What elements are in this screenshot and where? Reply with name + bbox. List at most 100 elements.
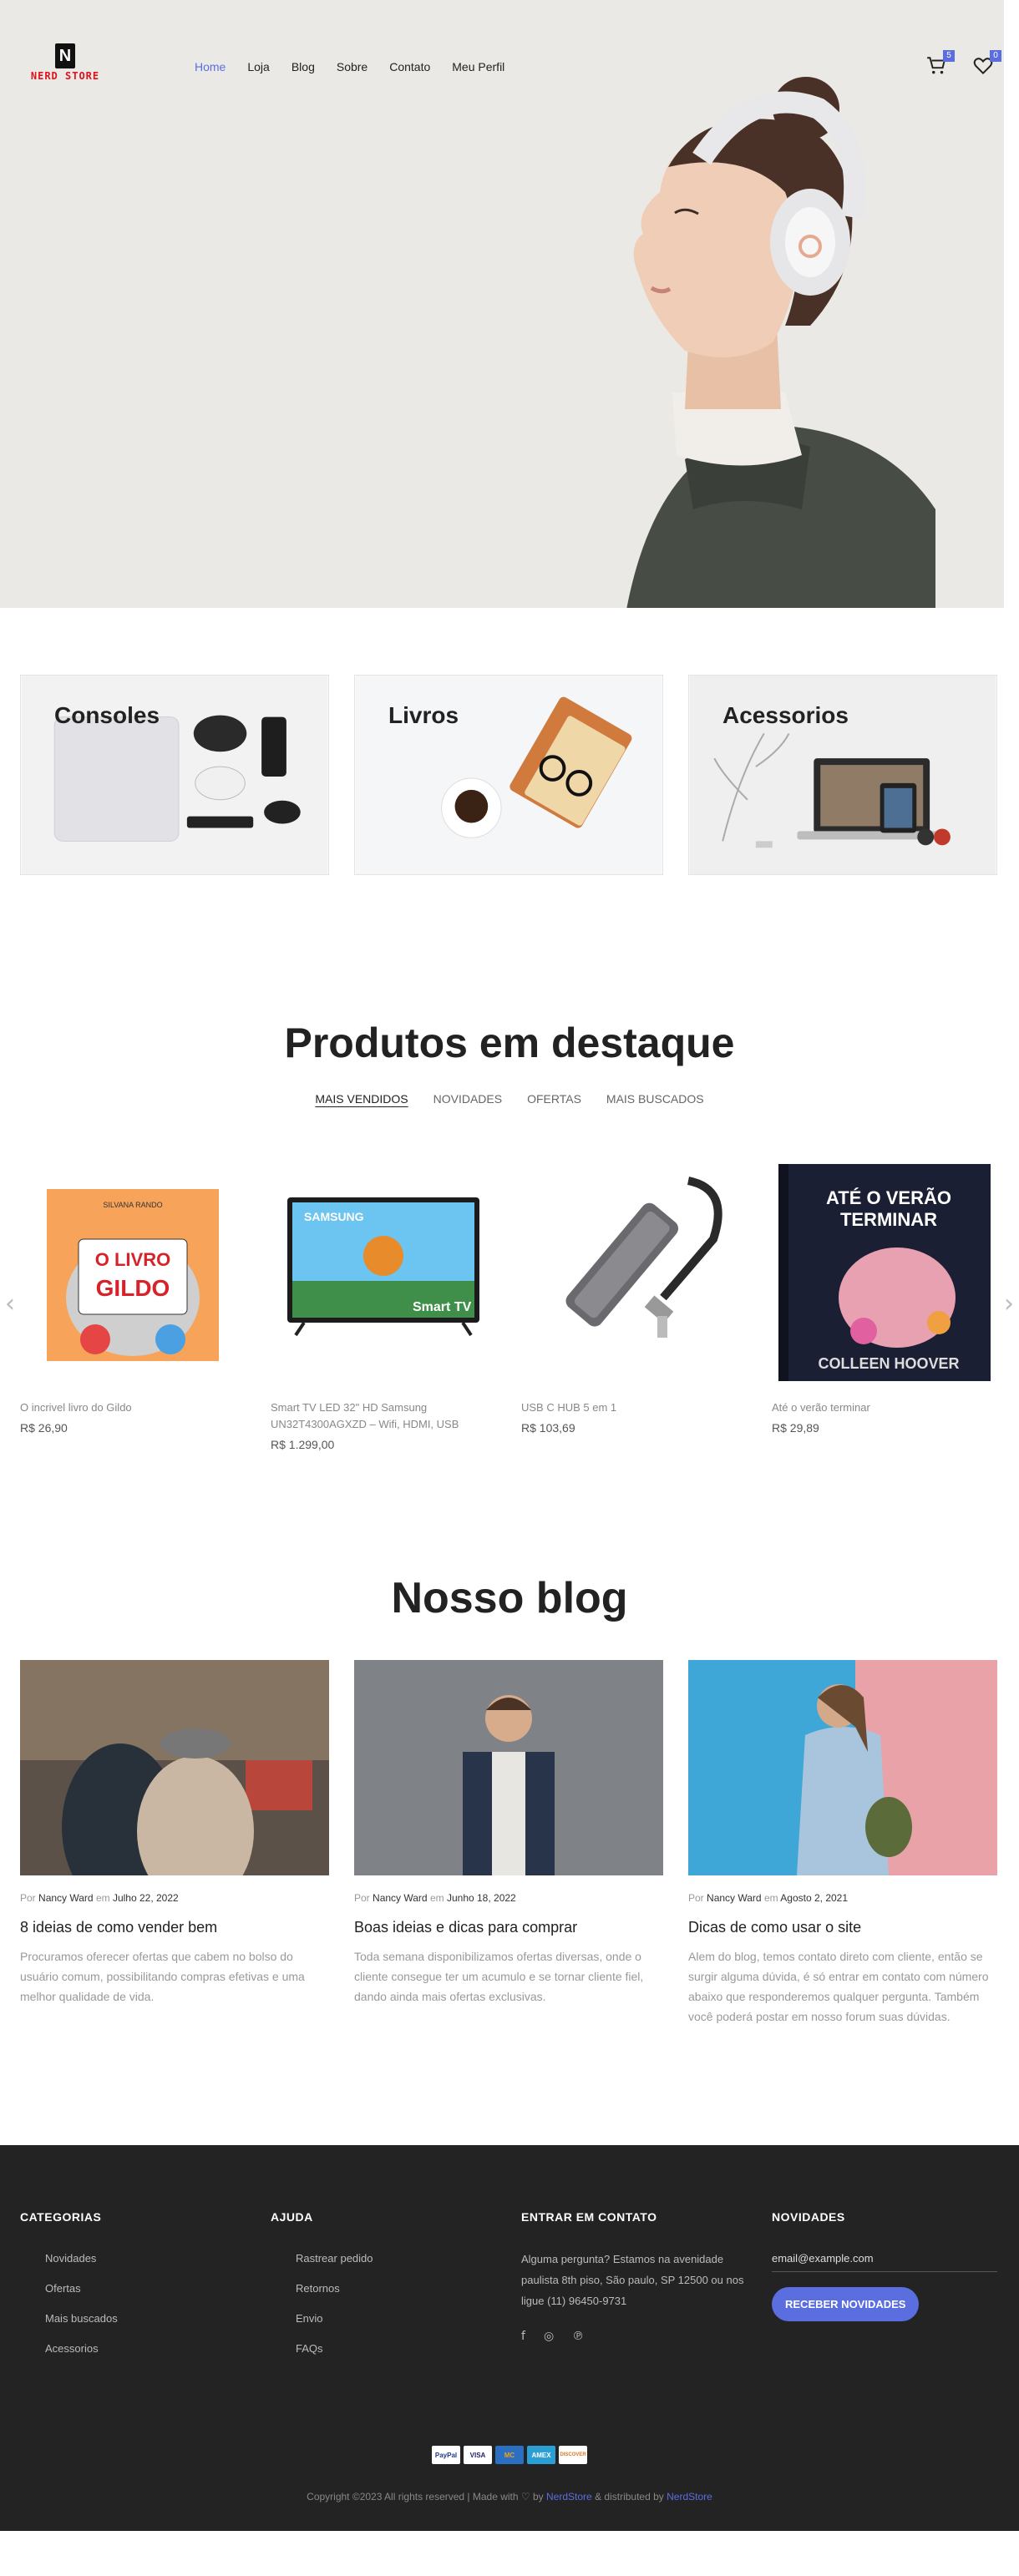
footer-heading: CATEGORIAS xyxy=(20,2210,102,2224)
product-card[interactable]: SAMSUNG Smart TV Smart TV LED 32" HD Sam… xyxy=(271,1164,496,1451)
product-name[interactable]: O incrivel livro do Gildo xyxy=(20,1399,246,1416)
logo-mark: N xyxy=(55,43,75,68)
footer-heading: ENTRAR EM CONTATO xyxy=(521,2210,657,2224)
blog-post-title[interactable]: 8 ideias de como vender bem xyxy=(20,1919,329,1936)
nav-meu-perfil[interactable]: Meu Perfil xyxy=(452,60,504,73)
product-price: R$ 1.299,00 xyxy=(271,1438,335,1451)
product-list: SILVANA RANDO O LIVRO GILDO O incrivel l… xyxy=(20,1164,999,1451)
nav-sobre[interactable]: Sobre xyxy=(337,60,368,73)
footer-link[interactable]: Rastrear pedido xyxy=(296,2252,496,2265)
footer-newsletter: NOVIDADES RECEBER NOVIDADES xyxy=(772,2210,997,2372)
blog-post-card[interactable]: Por Nancy Ward em Agosto 2, 2021 Dicas d… xyxy=(688,1660,997,2027)
copyright-brand-link[interactable]: NerdStore xyxy=(546,2491,592,2503)
footer-link[interactable]: Acessorios xyxy=(45,2342,246,2355)
category-card-acessorios[interactable]: Acessorios xyxy=(688,675,997,875)
blog-post-image xyxy=(20,1660,329,1875)
tab-mais-vendidos[interactable]: MAIS VENDIDOS xyxy=(315,1092,408,1106)
product-image xyxy=(521,1164,747,1381)
cart-count-badge: 5 xyxy=(943,50,955,62)
paypal-icon: PayPal xyxy=(432,2446,460,2464)
category-title: Livros xyxy=(388,702,459,728)
header-icons: 5 0 xyxy=(925,50,1001,77)
blog-post-excerpt: Alem do blog, temos contato direto com c… xyxy=(688,1950,989,2023)
product-price: R$ 26,90 xyxy=(20,1421,68,1435)
hero-woman-headphones-image xyxy=(626,77,935,608)
site-logo[interactable]: N NERD STORE xyxy=(25,43,105,90)
book-author: COLLEEN HOOVER xyxy=(818,1355,959,1372)
instagram-icon[interactable]: ◎ xyxy=(544,2330,554,2343)
product-name[interactable]: Até o verão terminar xyxy=(772,1399,997,1416)
mastercard-icon: MC xyxy=(495,2446,524,2464)
footer-link[interactable]: Ofertas xyxy=(45,2282,246,2295)
payment-methods: PayPal VISA MC AMEX DISCOVER xyxy=(0,2446,1019,2464)
amex-icon: AMEX xyxy=(527,2446,555,2464)
product-tabs: MAIS VENDIDOS NOVIDADES OFERTAS MAIS BUS… xyxy=(0,1092,1019,1106)
newsletter-email-input[interactable] xyxy=(772,2249,997,2272)
product-name[interactable]: USB C HUB 5 em 1 xyxy=(521,1399,747,1416)
product-price: R$ 103,69 xyxy=(521,1421,575,1435)
main-nav: Home Loja Blog Sobre Contato Meu Perfil xyxy=(195,60,504,73)
featured-title: Produtos em destaque xyxy=(284,1020,735,1066)
product-card[interactable]: USB C HUB 5 em 1 R$ 103,69 xyxy=(521,1164,747,1451)
wishlist-count-badge: 0 xyxy=(990,50,1001,62)
product-image: SILVANA RANDO O LIVRO GILDO xyxy=(20,1164,246,1381)
blog-post-card[interactable]: Por Nancy Ward em Julho 22, 2022 8 ideia… xyxy=(20,1660,329,2027)
product-image: SAMSUNG Smart TV xyxy=(271,1164,496,1381)
product-carousel: ‹ › SILVANA RANDO O LIVRO GILDO O incriv… xyxy=(0,1164,1019,1451)
copyright-brand-link[interactable]: NerdStore xyxy=(667,2491,712,2503)
tab-ofertas[interactable]: OFERTAS xyxy=(527,1092,581,1106)
hero-banner: N NERD STORE Home Loja Blog Sobre Contat… xyxy=(0,0,1004,608)
footer-help: AJUDA Rastrear pedido Retornos Envio FAQ… xyxy=(271,2210,496,2372)
nav-loja[interactable]: Loja xyxy=(247,60,269,73)
discover-icon: DISCOVER xyxy=(559,2446,587,2464)
chevron-left-icon[interactable]: ‹ xyxy=(5,1289,15,1318)
book-title-line2: GILDO xyxy=(96,1275,170,1301)
facebook-icon[interactable]: f xyxy=(521,2330,525,2343)
footer-link[interactable]: Novidades xyxy=(45,2252,246,2265)
product-card[interactable]: SILVANA RANDO O LIVRO GILDO O incrivel l… xyxy=(20,1164,246,1451)
footer-contact: ENTRAR EM CONTATO Alguma pergunta? Estam… xyxy=(521,2210,747,2372)
cart-button[interactable]: 5 xyxy=(925,50,955,77)
subscribe-button[interactable]: RECEBER NOVIDADES xyxy=(772,2287,920,2321)
blog-post-title[interactable]: Boas ideias e dicas para comprar xyxy=(354,1919,663,1936)
category-card-consoles[interactable]: Consoles xyxy=(20,675,329,875)
category-banners: Consoles Livros Acessorios xyxy=(0,608,1019,875)
tab-novidades[interactable]: NOVIDADES xyxy=(433,1092,502,1106)
footer-link[interactable]: FAQs xyxy=(296,2342,496,2355)
tv-label: Smart TV xyxy=(413,1300,472,1314)
category-card-livros[interactable]: Livros xyxy=(354,675,663,875)
product-name[interactable]: Smart TV LED 32" HD Samsung UN32T4300AGX… xyxy=(271,1399,496,1433)
blog-post-meta: Por Nancy Ward em Agosto 2, 2021 xyxy=(688,1892,849,1904)
footer-link[interactable]: Retornos xyxy=(296,2282,496,2295)
nav-contato[interactable]: Contato xyxy=(389,60,430,73)
footer-categories: CATEGORIAS Novidades Ofertas Mais buscad… xyxy=(20,2210,246,2372)
blog-title: Nosso blog xyxy=(391,1574,628,1622)
category-title: Acessorios xyxy=(722,702,849,728)
product-card[interactable]: ATÉ O VERÃO TERMINAR COLLEEN HOOVER Até … xyxy=(772,1164,997,1451)
nav-home[interactable]: Home xyxy=(195,60,226,73)
book-title-2: TERMINAR xyxy=(840,1209,937,1230)
product-image: ATÉ O VERÃO TERMINAR COLLEEN HOOVER xyxy=(772,1164,997,1381)
category-title: Consoles xyxy=(54,702,160,728)
visa-icon: VISA xyxy=(464,2446,492,2464)
footer-link[interactable]: Mais buscados xyxy=(45,2312,246,2325)
footer-heading: NOVIDADES xyxy=(772,2210,845,2224)
pinterest-icon[interactable]: ℗ xyxy=(572,2330,584,2343)
blog-post-image xyxy=(354,1660,663,1875)
tab-mais-buscados[interactable]: MAIS BUSCADOS xyxy=(606,1092,704,1106)
nav-blog[interactable]: Blog xyxy=(292,60,315,73)
blog-posts: Por Nancy Ward em Julho 22, 2022 8 ideia… xyxy=(0,1660,1019,2027)
blog-post-excerpt: Procuramos oferecer ofertas que cabem no… xyxy=(20,1950,305,2003)
blog-post-title[interactable]: Dicas de como usar o site xyxy=(688,1919,997,1936)
blog-post-card[interactable]: Por Nancy Ward em Junho 18, 2022 Boas id… xyxy=(354,1660,663,2027)
chevron-right-icon[interactable]: › xyxy=(1004,1289,1014,1318)
book-title-line1: O LIVRO xyxy=(95,1249,170,1270)
site-footer: CATEGORIAS Novidades Ofertas Mais buscad… xyxy=(0,2145,1019,2531)
tv-brand: SAMSUNG xyxy=(304,1210,364,1223)
blog-post-excerpt: Toda semana disponibilizamos ofertas div… xyxy=(354,1950,644,2003)
social-links: f ◎ ℗ xyxy=(521,2330,747,2343)
footer-heading: AJUDA xyxy=(271,2210,313,2224)
wishlist-button[interactable]: 0 xyxy=(972,50,1001,77)
book-title-1: ATÉ O VERÃO xyxy=(826,1187,951,1208)
footer-link[interactable]: Envio xyxy=(296,2312,496,2325)
